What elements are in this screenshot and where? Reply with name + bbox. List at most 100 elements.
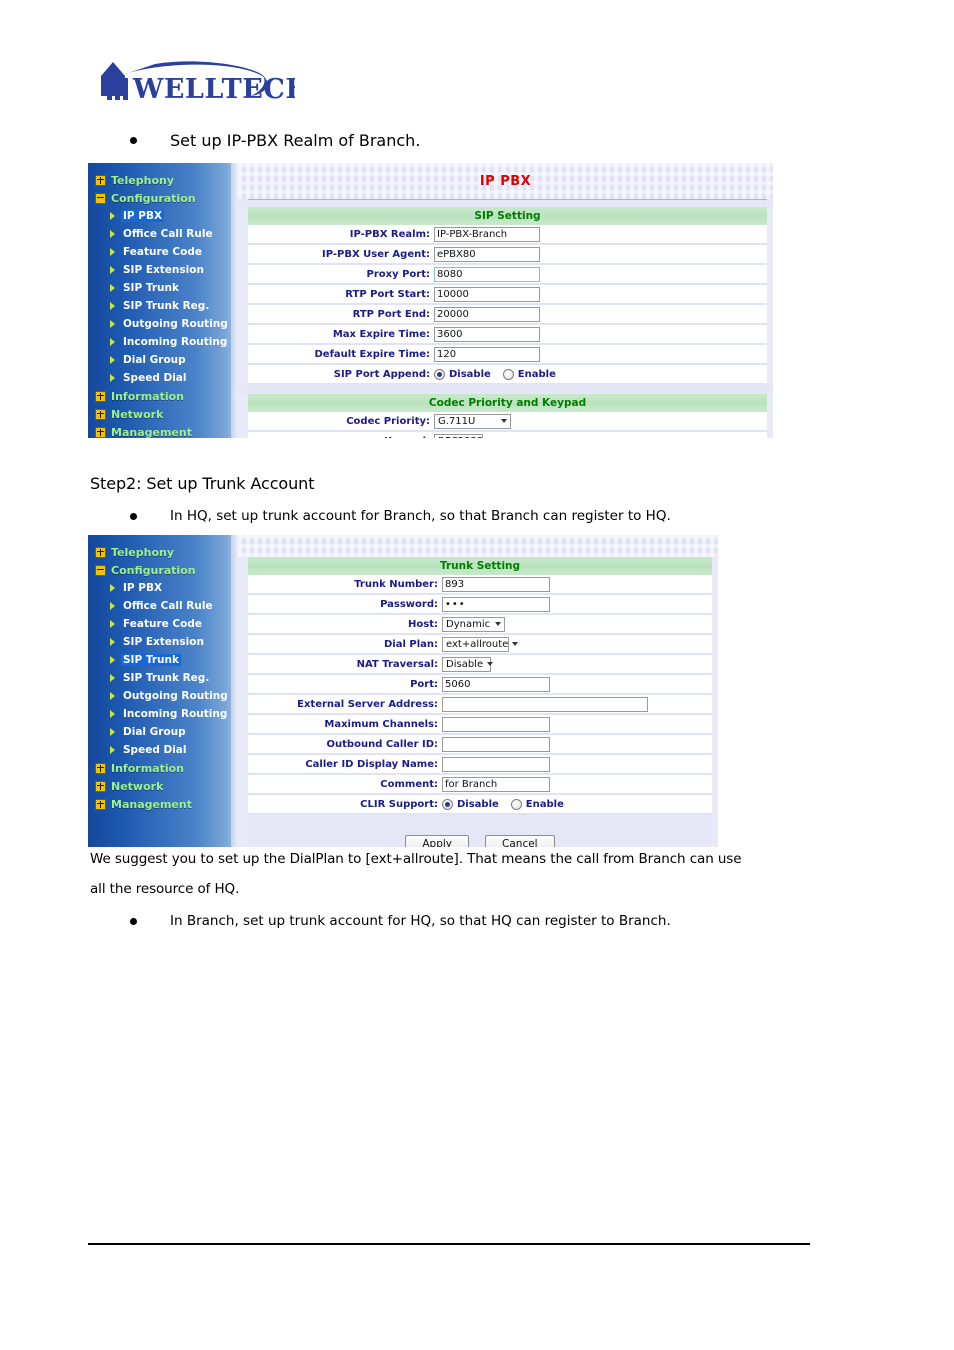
chevron-down-icon[interactable]	[483, 662, 496, 666]
expand-plus-icon[interactable]	[95, 390, 106, 402]
navigation-sidebar[interactable]: Telephony Configuration IP PBX Office Call …	[88, 163, 238, 438]
sidebar-item-outgoing-routing[interactable]: Outgoing Routing	[88, 687, 238, 705]
chevron-down-icon[interactable]	[508, 642, 521, 646]
cancel-button[interactable]: Cancel	[485, 835, 555, 847]
sidebar-item-dial-group[interactable]: Dial Group	[88, 723, 238, 741]
chevron-right-icon	[110, 746, 115, 754]
nat-traversal-select[interactable]: Disable	[442, 656, 491, 672]
radio-disable[interactable]	[434, 368, 445, 380]
chevron-right-icon	[110, 710, 115, 718]
field-row-comment: Comment:	[248, 775, 712, 795]
sidebar-item-label: Incoming Routing	[123, 708, 228, 720]
radio-label[interactable]: Enable	[526, 799, 564, 810]
sidebar-item-incoming-routing[interactable]: Incoming Routing	[88, 705, 238, 723]
navigation-sidebar[interactable]: Telephony Configuration IP PBX Office Call …	[88, 535, 238, 847]
expand-plus-icon[interactable]	[95, 762, 106, 774]
logo-wordmark: WELLTECH	[132, 74, 295, 105]
dial-plan-select[interactable]: ext+allroute	[442, 636, 509, 652]
external-server-address-input[interactable]	[442, 696, 648, 712]
rtp-port-end-input[interactable]	[434, 306, 540, 322]
field-row-nat-traversal: NAT Traversal: Disable	[248, 655, 712, 675]
expand-plus-icon[interactable]	[95, 798, 106, 810]
expand-plus-icon[interactable]	[95, 174, 106, 186]
radio-disable[interactable]	[442, 798, 453, 810]
field-label: SIP Port Append:	[333, 368, 430, 380]
sidebar-item-label: Dial Group	[123, 726, 186, 738]
maximum-channels-input[interactable]	[442, 716, 550, 732]
expand-plus-icon[interactable]	[95, 426, 106, 438]
sidebar-item-management[interactable]: Management	[88, 423, 238, 438]
collapse-minus-icon[interactable]	[95, 564, 106, 576]
sidebar-item-sip-trunk[interactable]: SIP Trunk	[88, 279, 238, 297]
chevron-right-icon	[110, 356, 115, 364]
sidebar-item-office-call-rule[interactable]: Office Call Rule	[88, 597, 238, 615]
sidebar-item-sip-trunk[interactable]: SIP Trunk	[88, 651, 238, 669]
chevron-right-icon	[110, 302, 115, 310]
bullet-item-2: In HQ, set up trunk account for Branch, …	[130, 508, 671, 524]
sidebar-item-label: SIP Trunk	[123, 282, 179, 294]
sidebar-item-ip-pbx[interactable]: IP PBX	[88, 207, 238, 225]
apply-button[interactable]: Apply	[405, 835, 470, 847]
expand-plus-icon[interactable]	[95, 546, 106, 558]
chevron-right-icon	[110, 656, 115, 664]
sidebar-item-configuration[interactable]: Configuration	[88, 189, 238, 207]
port-input[interactable]	[442, 676, 550, 692]
field-value	[442, 596, 712, 612]
comment-input[interactable]	[442, 776, 550, 792]
field-label: RTP Port Start:	[345, 288, 430, 300]
default-expire-time-input[interactable]	[434, 346, 540, 362]
sidebar-item-sip-trunk-reg-[interactable]: SIP Trunk Reg.	[88, 669, 238, 687]
sidebar-item-sip-extension[interactable]: SIP Extension	[88, 261, 238, 279]
field-value	[434, 306, 767, 322]
sidebar-item-speed-dial[interactable]: Speed Dial	[88, 741, 238, 759]
sidebar-item-network[interactable]: Network	[88, 777, 238, 795]
chevron-down-icon[interactable]	[491, 622, 504, 626]
radio-label[interactable]: Enable	[518, 369, 556, 380]
sidebar-item-feature-code[interactable]: Feature Code	[88, 615, 238, 633]
host-select[interactable]: Dynamic	[442, 616, 505, 632]
sidebar-item-feature-code[interactable]: Feature Code	[88, 243, 238, 261]
password-input[interactable]	[442, 596, 550, 612]
sidebar-item-incoming-routing[interactable]: Incoming Routing	[88, 333, 238, 351]
sidebar-item-telephony[interactable]: Telephony	[88, 543, 238, 561]
max-expire-time-input[interactable]	[434, 326, 540, 342]
field-row-rtp-port-end: RTP Port End:	[248, 305, 767, 325]
sidebar-item-ip-pbx[interactable]: IP PBX	[88, 579, 238, 597]
spacer	[238, 200, 773, 207]
ip-pbx-user-agent-input[interactable]	[434, 246, 540, 262]
caller-id-display-name-input[interactable]	[442, 756, 550, 772]
radio-enable[interactable]	[502, 368, 514, 380]
sidebar-item-label: Feature Code	[123, 618, 202, 630]
field-label: NAT Traversal:	[356, 658, 438, 670]
sidebar-item-network[interactable]: Network	[88, 405, 238, 423]
chevron-right-icon	[110, 284, 115, 292]
paragraph-line-2: all the resource of HQ.	[90, 881, 240, 897]
trunk-number-input[interactable]	[442, 576, 550, 592]
rtp-port-start-input[interactable]	[434, 286, 540, 302]
proxy-port-input[interactable]	[434, 266, 540, 282]
collapse-minus-icon[interactable]	[95, 192, 106, 204]
sidebar-item-configuration[interactable]: Configuration	[88, 561, 238, 579]
ip-pbx-realm-input[interactable]	[434, 226, 540, 242]
sidebar-item-sip-extension[interactable]: SIP Extension	[88, 633, 238, 651]
sidebar-item-dial-group[interactable]: Dial Group	[88, 351, 238, 369]
sidebar-item-office-call-rule[interactable]: Office Call Rule	[88, 225, 238, 243]
codec-priority-select[interactable]: G.711U	[434, 413, 511, 429]
sidebar-item-management[interactable]: Management	[88, 795, 238, 813]
keypad-select[interactable]: RFC2833	[434, 433, 483, 438]
expand-plus-icon[interactable]	[95, 780, 106, 792]
sidebar-item-sip-trunk-reg-[interactable]: SIP Trunk Reg.	[88, 297, 238, 315]
expand-plus-icon[interactable]	[95, 408, 106, 420]
sidebar-item-speed-dial[interactable]: Speed Dial	[88, 369, 238, 387]
radio-enable[interactable]	[510, 798, 522, 810]
radio-label[interactable]: Disable	[449, 369, 491, 380]
chevron-down-icon[interactable]	[497, 419, 510, 423]
radio-label[interactable]: Disable	[457, 799, 499, 810]
sidebar-item-telephony[interactable]: Telephony	[88, 171, 238, 189]
chevron-right-icon	[110, 692, 115, 700]
outbound-caller-id-input[interactable]	[442, 736, 550, 752]
sidebar-item-information[interactable]: Information	[88, 759, 238, 777]
chevron-right-icon	[110, 248, 115, 256]
sidebar-item-outgoing-routing[interactable]: Outgoing Routing	[88, 315, 238, 333]
sidebar-item-information[interactable]: Information	[88, 387, 238, 405]
